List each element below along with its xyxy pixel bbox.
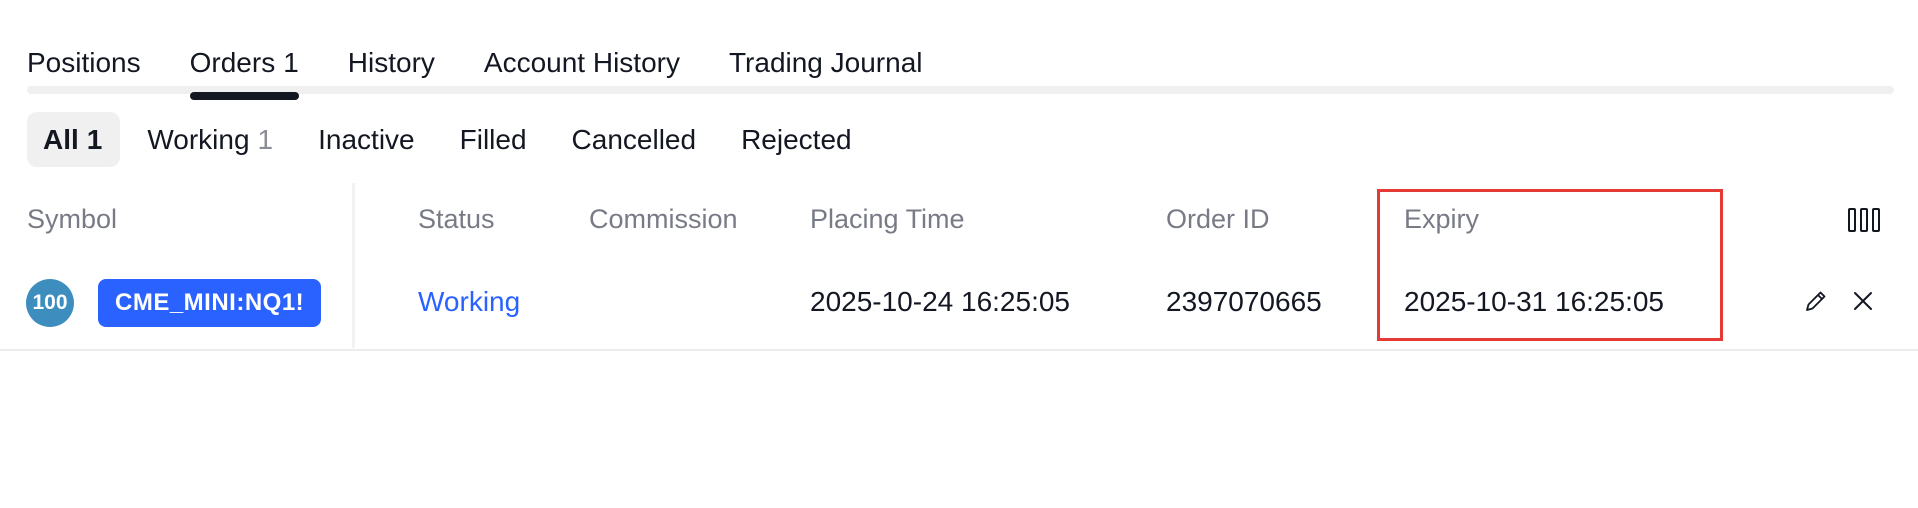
tab-count: 1 — [283, 47, 299, 78]
filter-rejected[interactable]: Rejected — [723, 112, 870, 167]
filter-label: Filled — [459, 124, 527, 155]
tab-trading-journal[interactable]: Trading Journal — [729, 36, 923, 96]
filter-label: Working — [147, 124, 250, 155]
filter-cancelled[interactable]: Cancelled — [554, 112, 715, 167]
filter-label: Cancelled — [571, 124, 697, 155]
status-value[interactable]: Working — [418, 281, 520, 323]
tab-label: Trading Journal — [728, 47, 923, 78]
header-order-id[interactable]: Order ID — [1166, 198, 1270, 240]
top-tabs: Positions Orders 1 History Account Histor… — [27, 36, 972, 100]
filter-filled[interactable]: Filled — [442, 112, 545, 167]
order-id-value: 2397070665 — [1166, 286, 1322, 317]
tab-orders[interactable]: Orders 1 — [189, 36, 299, 100]
pencil-icon[interactable] — [1801, 286, 1831, 316]
tab-label: Positions — [27, 47, 141, 78]
filter-inactive[interactable]: Inactive — [300, 112, 433, 167]
header-commission[interactable]: Commission — [589, 198, 738, 240]
symbol-button[interactable]: CME_MINI:NQ1! — [98, 279, 322, 327]
filter-count: 1 — [86, 124, 103, 155]
tab-label: Account History — [483, 47, 680, 78]
tab-account-history[interactable]: Account History — [484, 36, 680, 96]
tab-positions[interactable]: Positions — [27, 36, 141, 96]
row-divider — [0, 349, 1918, 351]
columns-settings-icon[interactable] — [1848, 208, 1880, 232]
tab-history[interactable]: History — [348, 36, 435, 96]
filter-working[interactable]: Working 1 — [129, 112, 291, 167]
order-filter-tabs: All 1 Working 1 Inactive Filled Cancelled … — [27, 112, 879, 167]
tab-label: History — [347, 47, 435, 78]
header-status[interactable]: Status — [418, 198, 495, 240]
header-symbol[interactable]: Symbol — [27, 198, 117, 240]
filter-label: Inactive — [318, 124, 415, 155]
quantity-badge: 100 — [26, 279, 74, 327]
filter-label: Rejected — [741, 124, 852, 155]
filter-label: All — [43, 124, 79, 155]
header-placing-time[interactable]: Placing Time — [810, 198, 965, 240]
column-separator — [352, 183, 355, 348]
expiry-highlight-box — [1377, 189, 1723, 341]
filter-count: 1 — [257, 124, 274, 155]
filter-all[interactable]: All 1 — [27, 112, 121, 167]
close-icon[interactable] — [1848, 286, 1878, 316]
placing-time-value: 2025-10-24 16:25:05 — [810, 286, 1070, 317]
tab-label: Orders — [189, 47, 276, 78]
